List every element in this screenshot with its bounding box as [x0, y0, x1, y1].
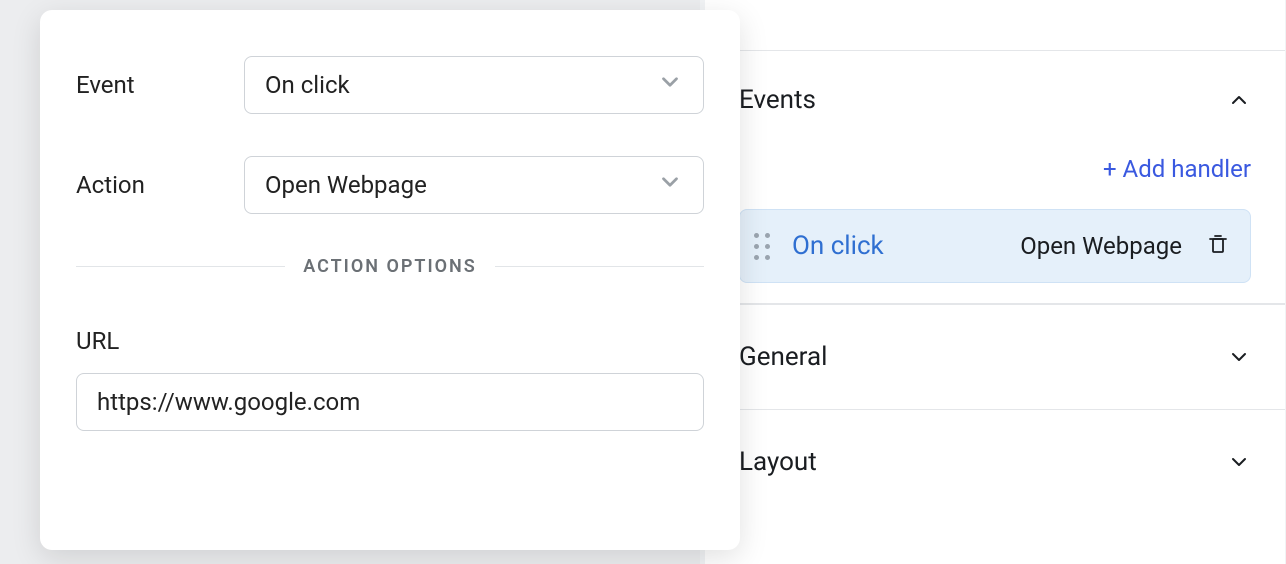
event-editor-popover: Event On click Action Open Webpage ACTIO… — [40, 10, 740, 550]
chevron-down-icon — [1227, 345, 1251, 369]
event-select[interactable]: On click — [244, 56, 704, 114]
action-options-divider: ACTION OPTIONS — [76, 256, 704, 277]
drag-handle-icon[interactable] — [754, 233, 770, 260]
add-handler-link[interactable]: + Add handler — [739, 155, 1251, 183]
action-select-value: Open Webpage — [265, 171, 427, 199]
divider-line — [495, 266, 704, 267]
section-events: Events + Add handler On click Open Webpa… — [705, 50, 1285, 304]
action-select[interactable]: Open Webpage — [244, 156, 704, 214]
add-handler-label: + Add handler — [1103, 155, 1251, 183]
events-header[interactable]: Events — [739, 51, 1251, 115]
divider-text: ACTION OPTIONS — [285, 256, 495, 277]
event-select-value: On click — [265, 71, 350, 99]
section-general-header[interactable]: General — [705, 304, 1285, 409]
events-title: Events — [739, 85, 816, 115]
chevron-down-icon — [657, 169, 683, 201]
layout-title: Layout — [739, 447, 817, 477]
action-row: Action Open Webpage — [76, 156, 704, 214]
handler-action-name: Open Webpage — [1020, 232, 1182, 260]
event-row: Event On click — [76, 56, 704, 114]
inspector-panel: Events + Add handler On click Open Webpa… — [705, 0, 1285, 564]
chevron-up-icon — [1227, 88, 1251, 112]
section-layout-header[interactable]: Layout — [705, 409, 1285, 514]
url-label: URL — [76, 327, 704, 355]
chevron-down-icon — [1227, 450, 1251, 474]
general-title: General — [739, 342, 827, 372]
event-label: Event — [76, 71, 244, 99]
handler-item[interactable]: On click Open Webpage — [739, 209, 1251, 283]
trash-icon[interactable] — [1206, 230, 1230, 262]
action-label: Action — [76, 171, 244, 199]
events-section-body: Events + Add handler On click Open Webpa… — [705, 51, 1285, 304]
url-input[interactable] — [76, 373, 704, 431]
handler-event-name: On click — [792, 231, 884, 261]
chevron-down-icon — [657, 69, 683, 101]
divider-line — [76, 266, 285, 267]
